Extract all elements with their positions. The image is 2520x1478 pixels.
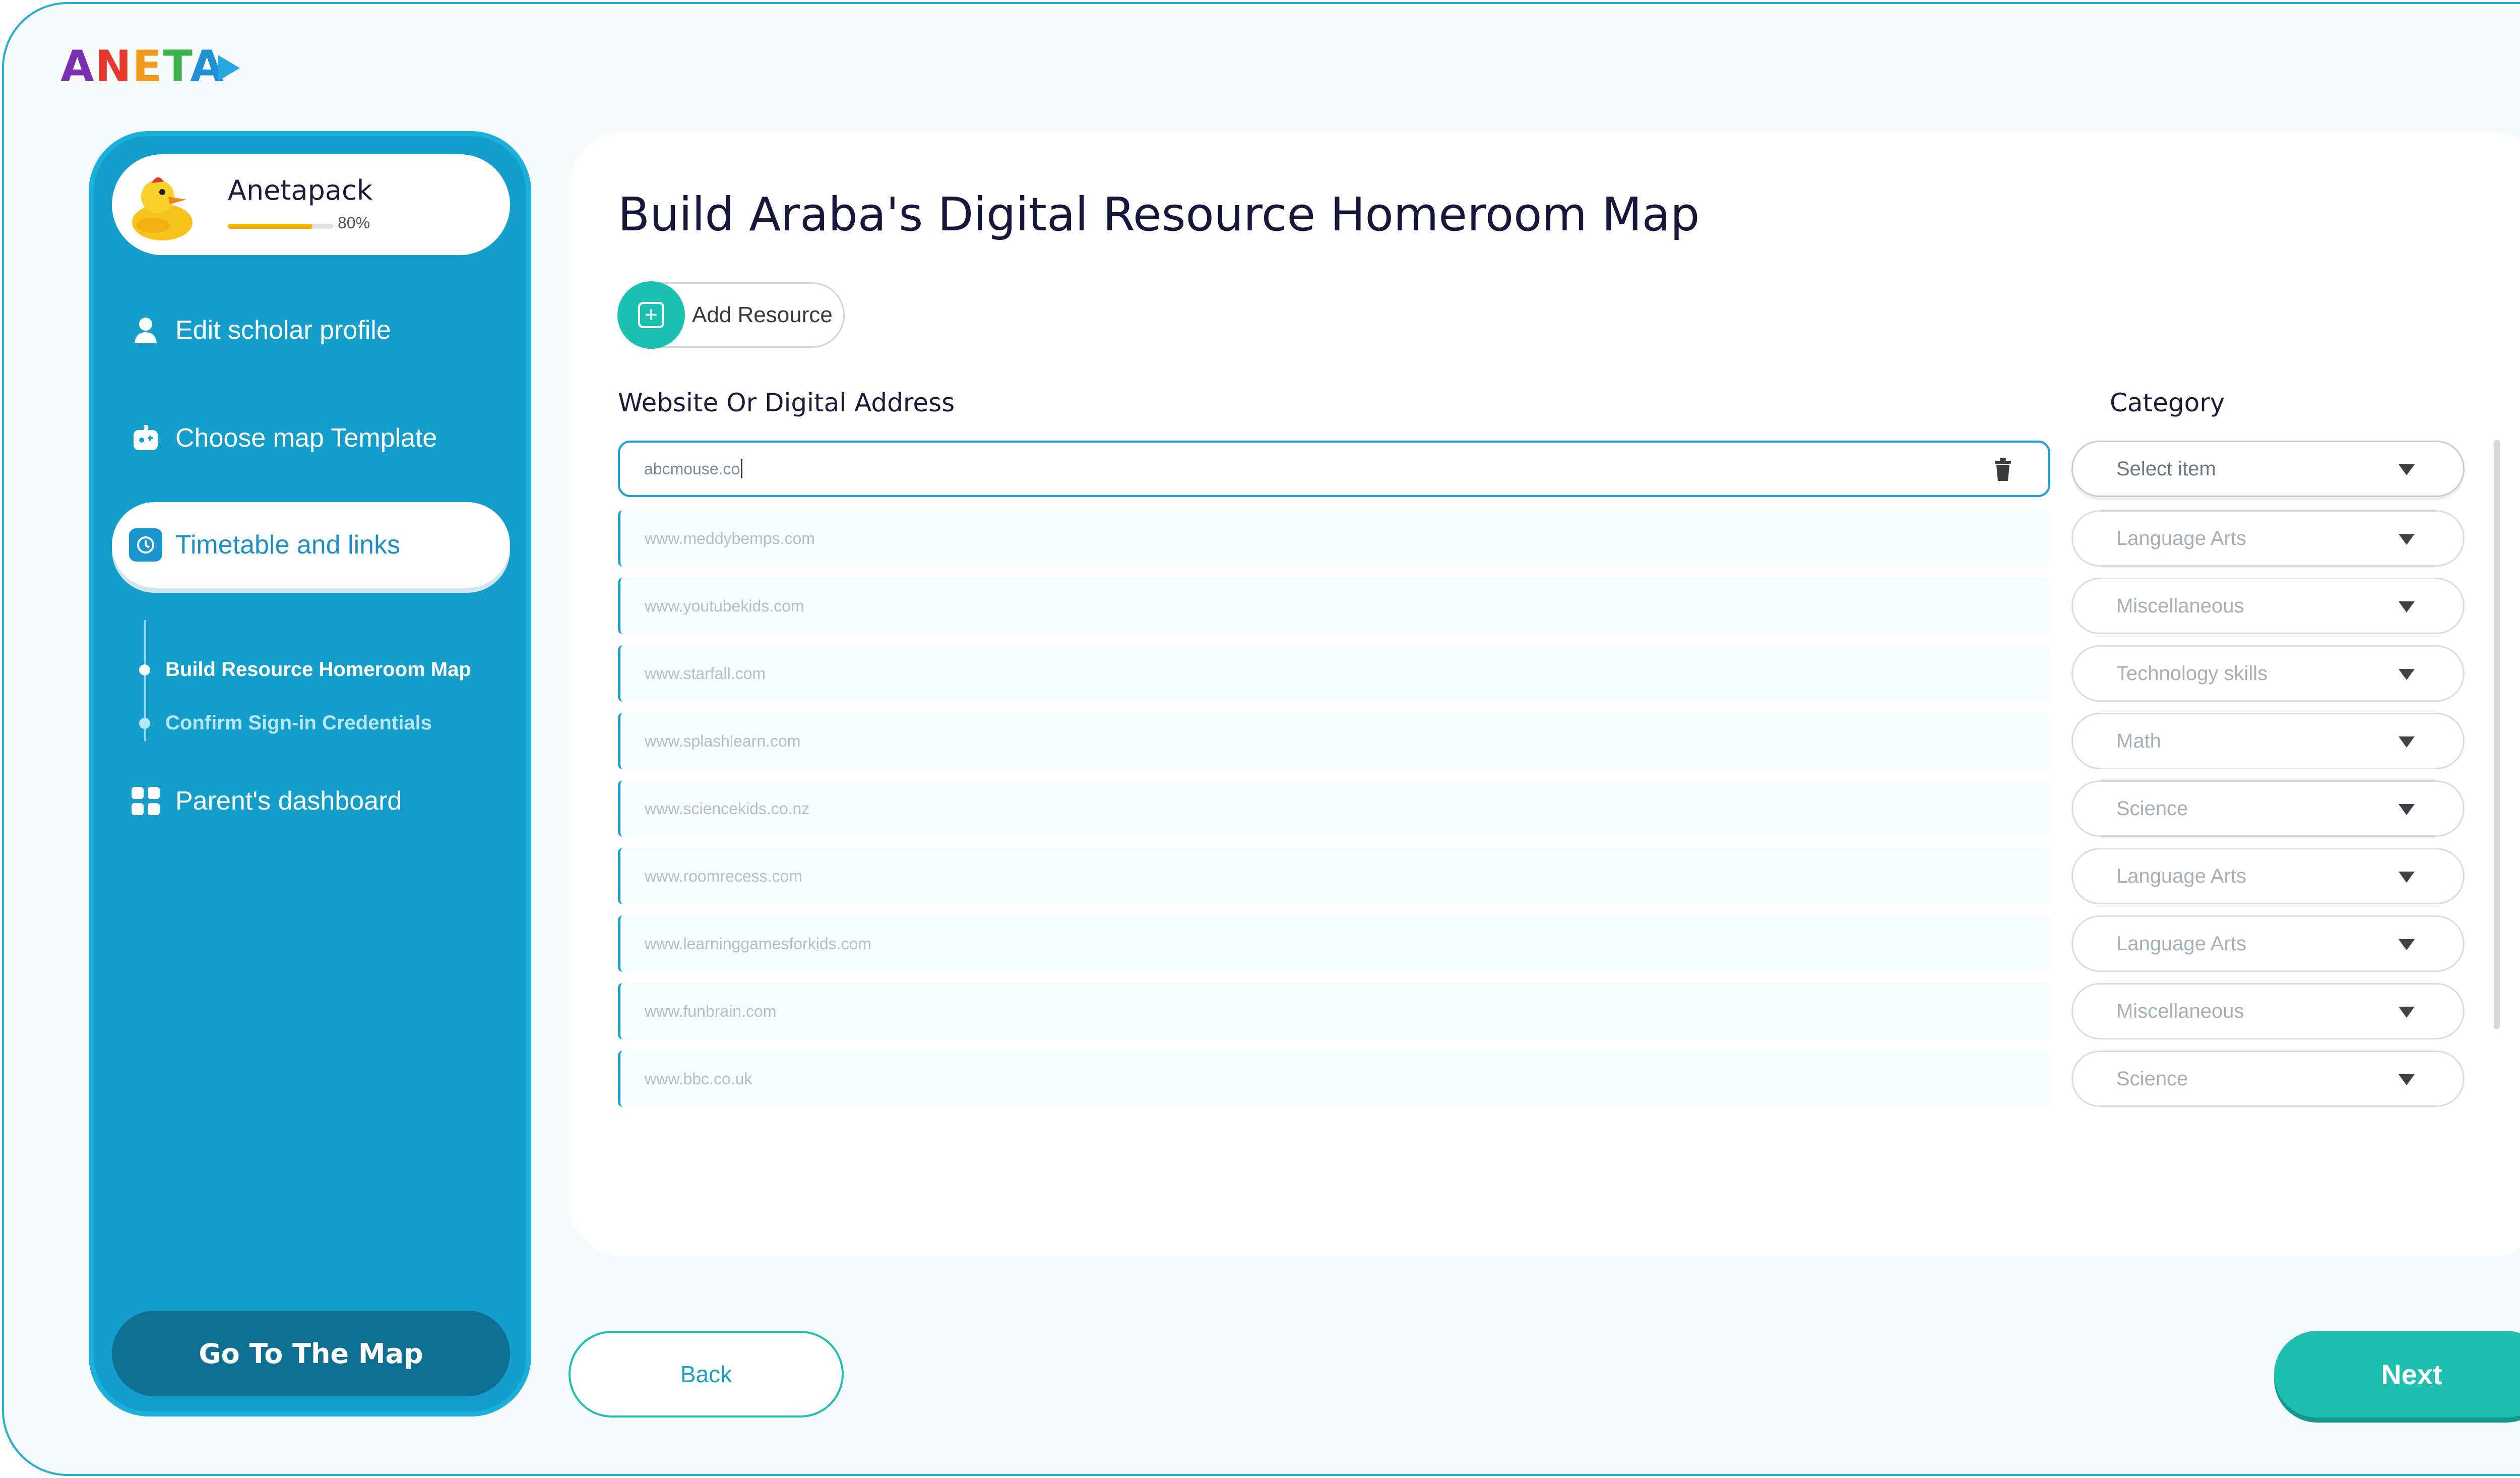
user-icon [129, 314, 162, 347]
address-row[interactable]: www.splashlearn.com [618, 713, 2050, 769]
dropdown-arrow-icon [2399, 669, 2415, 680]
sidebar-item-edit-scholar-profile[interactable]: Edit scholar profile [112, 287, 510, 373]
back-button[interactable]: Back [569, 1331, 844, 1418]
category-value: Select item [2116, 457, 2216, 480]
address-input[interactable]: abcmouse.co [618, 441, 2050, 497]
dropdown-arrow-icon [2399, 464, 2415, 475]
logo-arrow-icon [217, 55, 240, 81]
dropdown-arrow-icon [2399, 534, 2415, 545]
add-resource-button[interactable]: + Add Resource [617, 281, 845, 349]
address-row[interactable]: www.meddybemps.com [618, 510, 2050, 567]
subitem-label: Build Resource Homeroom Map [165, 658, 471, 681]
address-row[interactable]: www.sciencekids.co.nz [618, 780, 2050, 837]
address-row[interactable]: www.funbrain.com [618, 983, 2050, 1039]
category-value: Math [2116, 729, 2161, 752]
subitem-dot [139, 664, 150, 675]
subitem-confirm-sign-in-credentials[interactable]: Confirm Sign-in Credentials [139, 712, 432, 734]
main-panel: Build Araba's Digital Resource Homeroom … [569, 132, 2520, 1256]
logo-text: ANETA [60, 41, 225, 92]
dropdown-arrow-icon [2399, 736, 2415, 748]
category-select[interactable]: Technology skills [2071, 645, 2465, 702]
sidebar: Anetapack 80% Edit scholar profile Choos… [89, 131, 531, 1417]
category-select[interactable]: Select item [2071, 441, 2465, 497]
address-row[interactable]: www.youtubekids.com [618, 578, 2050, 634]
category-value: Language Arts [2116, 932, 2246, 955]
category-select[interactable]: Science [2071, 1051, 2465, 1107]
category-value: Miscellaneous [2116, 594, 2244, 617]
address-row[interactable]: www.starfall.com [618, 645, 2050, 702]
column-header-address: Website Or Digital Address [618, 388, 955, 417]
category-value: Technology skills [2116, 662, 2268, 685]
category-value: Science [2116, 1067, 2188, 1090]
dropdown-arrow-icon [2399, 601, 2415, 612]
list-fade [618, 1120, 2483, 1191]
address-row[interactable]: www.bbc.co.uk [618, 1051, 2050, 1107]
sidebar-item-timetable-and-links[interactable]: Timetable and links [112, 502, 510, 588]
category-select[interactable]: Miscellaneous [2071, 983, 2465, 1039]
map-template-icon [129, 421, 162, 455]
clock-icon [129, 528, 162, 562]
dropdown-arrow-icon [2399, 804, 2415, 815]
category-select[interactable]: Math [2071, 713, 2465, 769]
sidebar-item-label: Parent's dashboard [175, 786, 402, 816]
category-value: Science [2116, 797, 2188, 820]
category-select[interactable]: Language Arts [2071, 848, 2465, 904]
subitem-dot [139, 717, 150, 729]
dropdown-arrow-icon [2399, 1074, 2415, 1085]
category-select[interactable]: Language Arts [2071, 915, 2465, 972]
address-text: abcmouse.co [644, 459, 740, 478]
add-resource-label: Add Resource [692, 302, 833, 327]
subitem-label: Confirm Sign-in Credentials [165, 712, 432, 734]
aneta-logo: ANETA [60, 41, 240, 92]
category-select[interactable]: Language Arts [2071, 510, 2465, 567]
sidebar-item-parents-dashboard[interactable]: Parent's dashboard [112, 758, 510, 844]
dropdown-arrow-icon [2399, 939, 2415, 950]
profile-progress-fill [228, 224, 312, 229]
category-value: Miscellaneous [2116, 1000, 2244, 1022]
profile-name: Anetapack [228, 174, 372, 206]
address-row[interactable]: www.roomrecess.com [618, 848, 2050, 904]
category-select[interactable]: Science [2071, 780, 2465, 837]
dropdown-arrow-icon [2399, 872, 2415, 883]
grid-icon [129, 784, 162, 818]
add-circle: + [617, 281, 685, 349]
category-value: Language Arts [2116, 865, 2246, 887]
profile-progress-bar [228, 224, 334, 229]
sidebar-item-label: Choose map Template [175, 423, 437, 453]
sidebar-item-label: Timetable and links [175, 530, 401, 560]
dropdown-arrow-icon [2399, 1007, 2415, 1018]
profile-card[interactable]: Anetapack 80% [112, 154, 510, 255]
column-header-category: Category [2110, 388, 2225, 417]
trash-icon[interactable] [1993, 458, 2013, 482]
page-title: Build Araba's Digital Resource Homeroom … [618, 188, 1700, 241]
go-to-map-button[interactable]: Go To The Map [112, 1311, 510, 1396]
text-caret [741, 459, 743, 478]
next-button[interactable]: Next [2274, 1331, 2520, 1418]
profile-progress-label: 80% [338, 214, 370, 232]
address-row[interactable]: www.learninggamesforkids.com [618, 915, 2050, 972]
scrollbar[interactable] [2494, 440, 2500, 1029]
plus-icon: + [638, 302, 664, 328]
subitem-build-resource-homeroom-map[interactable]: Build Resource Homeroom Map [139, 658, 471, 681]
sidebar-item-choose-map-template[interactable]: Choose map Template [112, 395, 510, 481]
duck-avatar-icon [132, 177, 193, 240]
sidebar-item-label: Edit scholar profile [175, 316, 391, 345]
category-select[interactable]: Miscellaneous [2071, 578, 2465, 634]
category-value: Language Arts [2116, 527, 2246, 549]
